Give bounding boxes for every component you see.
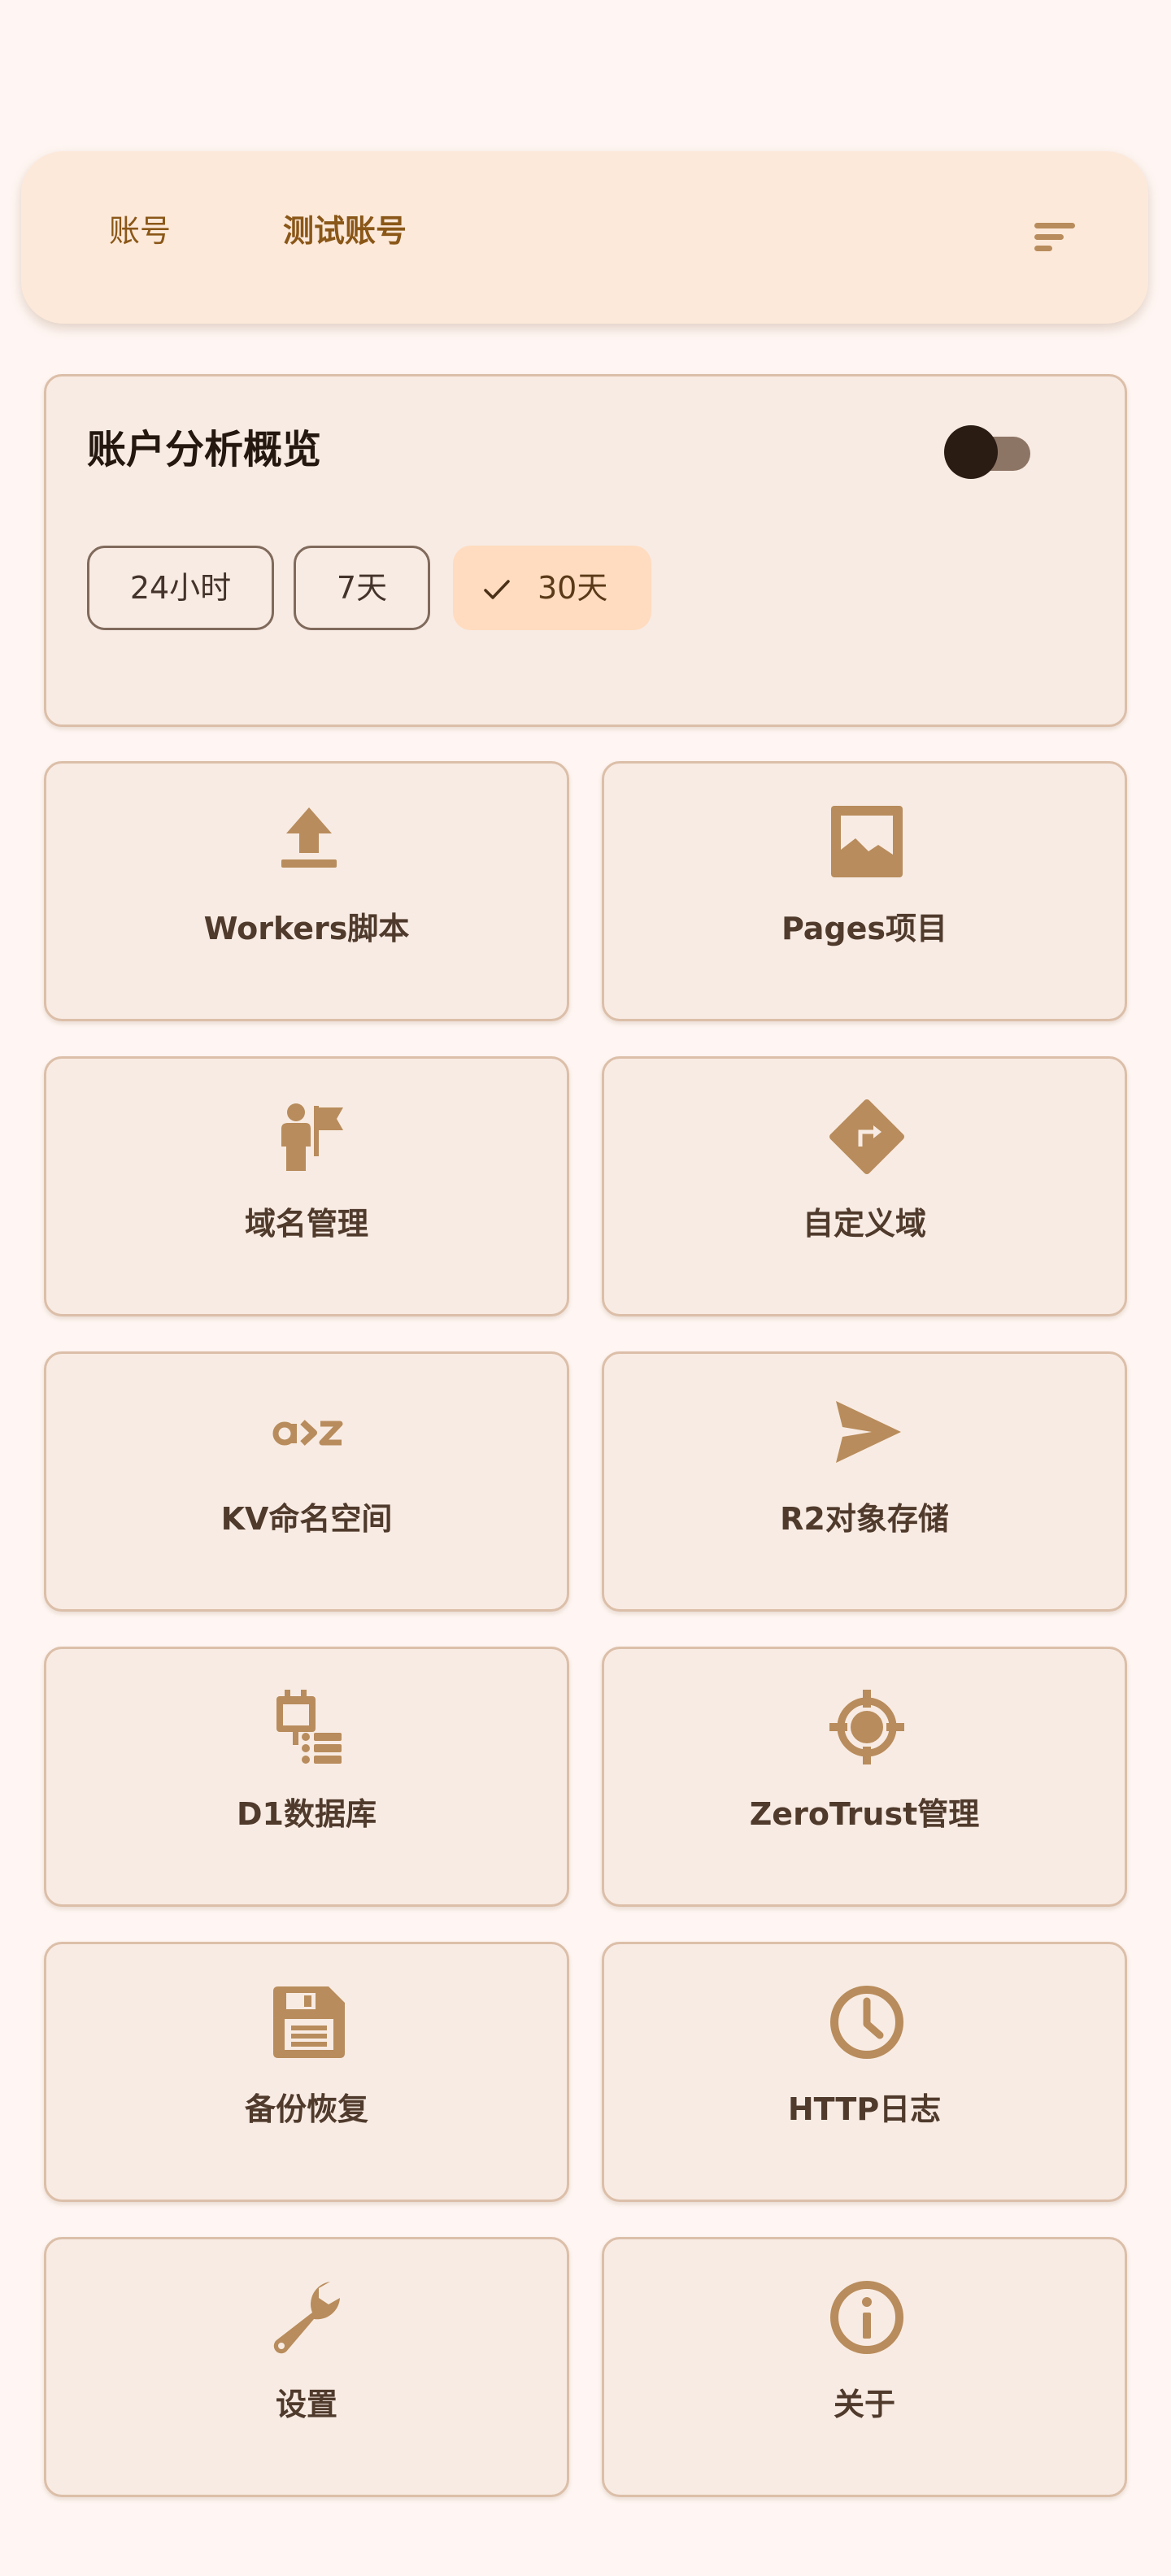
overview-toggle[interactable] [944,424,1035,482]
tile-d1-database[interactable]: D1数据库 [44,1647,569,1907]
tile-label: Workers脚本 [203,911,410,946]
tile-label: 备份恢复 [244,2091,368,2127]
save-icon [268,1982,350,2063]
tile-domain-management[interactable]: 域名管理 [44,1056,569,1316]
tile-custom-domains[interactable]: 自定义域 [602,1056,1127,1316]
tile-label: 自定义域 [802,1206,926,1242]
overview-title: 账户分析概览 [87,427,322,472]
range-chip-24h[interactable]: 24小时 [87,546,274,630]
location-target-icon [826,1686,908,1768]
tile-label: R2对象存储 [780,1501,949,1537]
send-icon [826,1391,908,1473]
sort-button[interactable] [1033,215,1078,260]
tile-backup-restore[interactable]: 备份恢复 [44,1942,569,2202]
database-icon [268,1686,350,1768]
tile-pages-projects[interactable]: Pages项目 [602,761,1127,1021]
sort-by-alpha-icon [268,1391,350,1473]
tile-label: KV命名空间 [220,1501,393,1537]
tile-label: 设置 [275,2387,337,2422]
top-app-bar: 账号 测试账号 [21,151,1148,324]
tile-http-logs[interactable]: HTTP日志 [602,1942,1127,2202]
directions-icon [826,1096,908,1177]
person-flag-icon [268,1096,350,1177]
tile-label: ZeroTrust管理 [749,1796,980,1832]
tile-workers-scripts[interactable]: Workers脚本 [44,761,569,1021]
tile-zerotrust-management[interactable]: ZeroTrust管理 [602,1647,1127,1907]
tile-label: D1数据库 [237,1796,377,1832]
tile-label: Pages项目 [781,911,948,946]
tile-settings[interactable]: 设置 [44,2237,569,2497]
sort-icon [1034,223,1075,251]
tile-label: HTTP日志 [787,2091,942,2127]
tile-label: 域名管理 [244,1206,368,1242]
range-chip-30d-label: 30天 [538,570,608,606]
range-chip-30d[interactable]: 30天 [453,546,651,630]
clock-icon [826,1982,908,2063]
check-icon [484,580,510,599]
info-icon [826,2277,908,2358]
tile-r2-object-storage[interactable]: R2对象存储 [602,1351,1127,1612]
image-icon [826,801,908,882]
wrench-icon [268,2277,350,2358]
tile-kv-namespaces[interactable]: KV命名空间 [44,1351,569,1612]
range-chip-7d[interactable]: 7天 [294,546,430,630]
toggle-thumb [944,425,998,479]
tile-label: 关于 [833,2387,895,2422]
upload-icon [268,801,350,882]
account-label: 账号 [109,213,172,249]
account-selector[interactable]: 测试账号 [283,211,407,250]
account-overview-card: 账户分析概览 24小时 7天 30天 [44,374,1127,727]
tile-about[interactable]: 关于 [602,2237,1127,2497]
